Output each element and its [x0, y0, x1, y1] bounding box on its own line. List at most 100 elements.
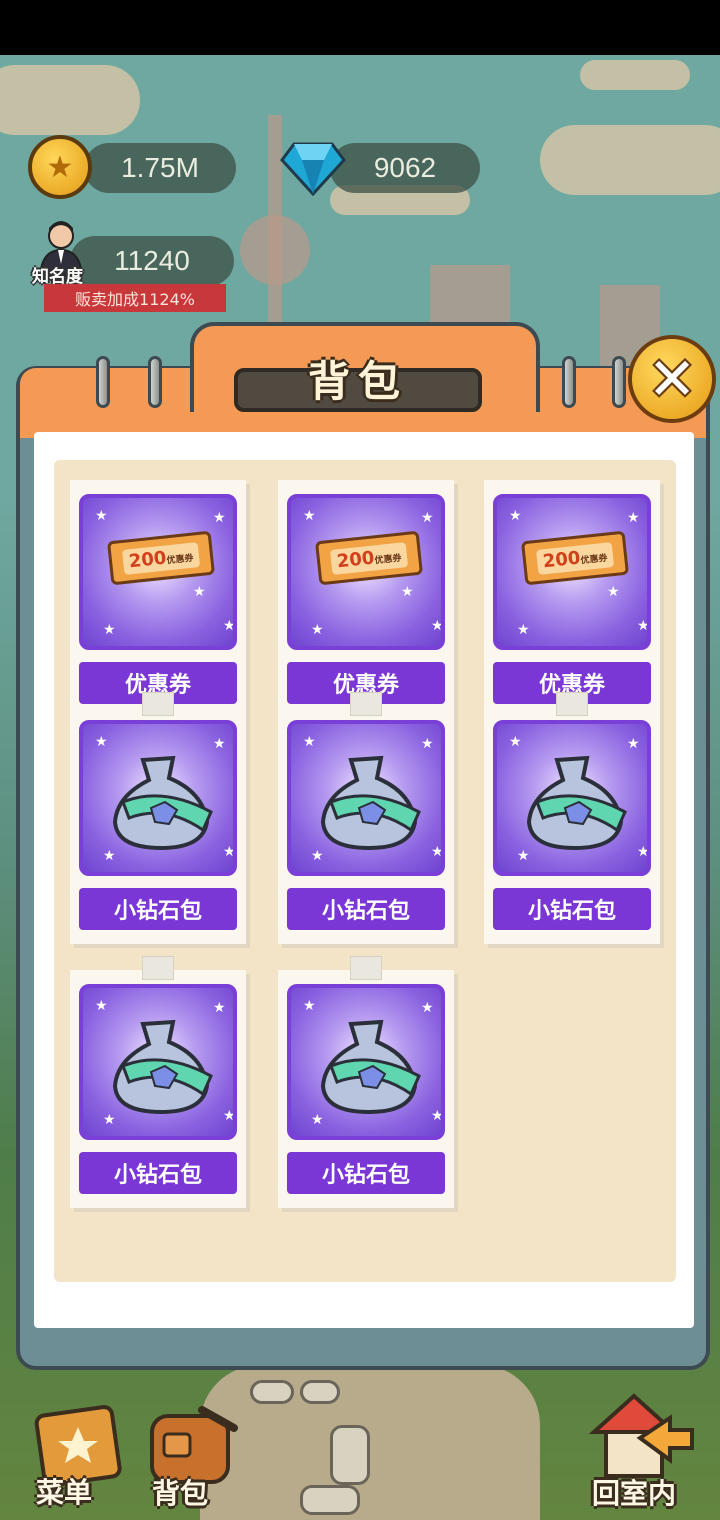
go-indoor-label: 回室内	[592, 1477, 677, 1510]
item-art: ★ ★ ★ ★ ★ 200优惠券	[493, 494, 651, 650]
coupon-text: 优惠券	[580, 553, 609, 566]
sparkle-star-icon: ★	[95, 998, 108, 1014]
paper-clip	[556, 692, 588, 716]
coin-value: 1.75M	[121, 152, 199, 183]
menu-button[interactable]: 菜单	[30, 1405, 130, 1510]
inventory-item[interactable]: ★ ★ ★ ★ ★ 200优惠券 优惠券	[278, 480, 454, 718]
sparkle-star-icon: ★	[223, 1108, 236, 1124]
sparkle-star-icon: ★	[311, 622, 324, 638]
go-indoor-button[interactable]: 回室内	[584, 1388, 700, 1510]
sparkle-star-icon: ★	[103, 622, 116, 638]
sale-bonus-ribbon: 贩卖加成1124%	[44, 284, 226, 312]
sparkle-star-icon: ★	[421, 736, 434, 752]
stone	[300, 1485, 360, 1515]
inventory-item[interactable]: ★★★★★小钻石包	[278, 956, 454, 1208]
inventory-item-label: 小钻石包	[79, 1152, 237, 1194]
sparkle-star-icon: ★	[637, 844, 650, 860]
sparkle-star-icon: ★	[95, 734, 108, 750]
stone	[300, 1380, 340, 1404]
inventory-item-label: 小钻石包	[79, 888, 237, 930]
inventory-item[interactable]: ★★★★★小钻石包	[70, 956, 246, 1208]
binder-ring	[148, 356, 162, 408]
diamond-bag-icon	[112, 1019, 213, 1115]
stone	[250, 1380, 294, 1404]
panel-title: 背包	[307, 357, 408, 406]
diamond-bag-icon	[320, 755, 421, 851]
sparkle-star-icon: ★	[303, 734, 316, 750]
coupon-text: 优惠券	[374, 553, 403, 566]
coupon-value: 200	[541, 547, 582, 572]
item-art: ★★★★★	[493, 720, 651, 876]
binder-ring	[612, 356, 626, 408]
sparkle-star-icon: ★	[223, 844, 236, 860]
house-return-icon	[588, 1393, 694, 1478]
sparkle-star-icon: ★	[421, 510, 434, 526]
sparkle-star-icon: ★	[213, 1000, 226, 1016]
fame-counter: 11240	[70, 236, 234, 286]
binder-ring	[562, 356, 576, 408]
stone	[330, 1425, 370, 1485]
sparkle-star-icon: ★	[627, 736, 640, 752]
coupon-icon: 200优惠券	[106, 530, 216, 586]
diamond-value: 9062	[373, 152, 437, 183]
cloud	[540, 125, 720, 195]
diamond-bag-icon	[320, 1019, 421, 1115]
item-art: ★ ★ ★ ★ ★ 200优惠券	[287, 494, 445, 650]
item-art: ★★★★★	[287, 720, 445, 876]
sparkle-star-icon: ★	[431, 1108, 444, 1124]
tv-tower-sphere	[240, 215, 310, 285]
coin-icon: ★	[28, 135, 92, 199]
sparkle-star-icon: ★	[95, 508, 108, 524]
sparkle-star-icon: ★	[193, 584, 206, 600]
sparkle-star-icon: ★	[303, 998, 316, 1014]
coupon-value: 200	[335, 547, 376, 572]
sparkle-star-icon: ★	[607, 584, 620, 600]
diamond-icon	[280, 142, 346, 196]
diamond-bag-icon	[112, 755, 213, 851]
status-bar	[0, 0, 720, 55]
inventory-item[interactable]: ★★★★★小钻石包	[278, 692, 454, 944]
paper-clip	[350, 956, 382, 980]
diamond-counter: 9062	[330, 143, 480, 193]
sparkle-star-icon: ★	[431, 618, 444, 634]
inventory-item[interactable]: ★ ★ ★ ★ ★ 200优惠券 优惠券	[70, 480, 246, 718]
sparkle-star-icon: ★	[627, 510, 640, 526]
sparkle-star-icon: ★	[637, 618, 650, 634]
backpack-label: 背包	[152, 1477, 209, 1510]
sparkle-star-icon: ★	[431, 844, 444, 860]
cloud	[0, 65, 140, 135]
inventory-item[interactable]: ★★★★★小钻石包	[484, 692, 660, 944]
paper-clip	[350, 692, 382, 716]
sparkle-star-icon: ★	[421, 1000, 434, 1016]
inventory-item-label: 小钻石包	[287, 888, 445, 930]
coupon-icon: 200优惠券	[520, 530, 630, 586]
sparkle-star-icon: ★	[517, 622, 530, 638]
item-art: ★ ★ ★ ★ ★ 200优惠券	[79, 494, 237, 650]
inventory-item-label: 小钻石包	[493, 888, 651, 930]
sparkle-star-icon: ★	[401, 584, 414, 600]
coin-counter: 1.75M	[84, 143, 236, 193]
coupon-icon: 200优惠券	[314, 530, 424, 586]
binder-ring	[96, 356, 110, 408]
sparkle-star-icon: ★	[213, 510, 226, 526]
cloud	[580, 60, 690, 90]
close-button[interactable]: ✕	[628, 335, 716, 423]
sparkle-star-icon: ★	[509, 508, 522, 524]
close-icon: ✕	[647, 345, 697, 413]
item-art: ★★★★★	[79, 720, 237, 876]
menu-label: 菜单	[36, 1476, 93, 1509]
item-art: ★★★★★	[287, 984, 445, 1140]
paper-clip	[142, 692, 174, 716]
sparkle-star-icon: ★	[223, 618, 236, 634]
fame-value: 11240	[114, 245, 190, 276]
coupon-text: 优惠券	[166, 553, 195, 566]
backpack-button[interactable]: 背包	[142, 1400, 252, 1510]
inventory-item[interactable]: ★★★★★小钻石包	[70, 692, 246, 944]
sparkle-star-icon: ★	[213, 736, 226, 752]
item-art: ★★★★★	[79, 984, 237, 1140]
sparkle-star-icon: ★	[509, 734, 522, 750]
inventory-item[interactable]: ★ ★ ★ ★ ★ 200优惠券 优惠券	[484, 480, 660, 718]
diamond-bag-icon	[526, 755, 627, 851]
sparkle-star-icon: ★	[303, 508, 316, 524]
paper-clip	[142, 956, 174, 980]
